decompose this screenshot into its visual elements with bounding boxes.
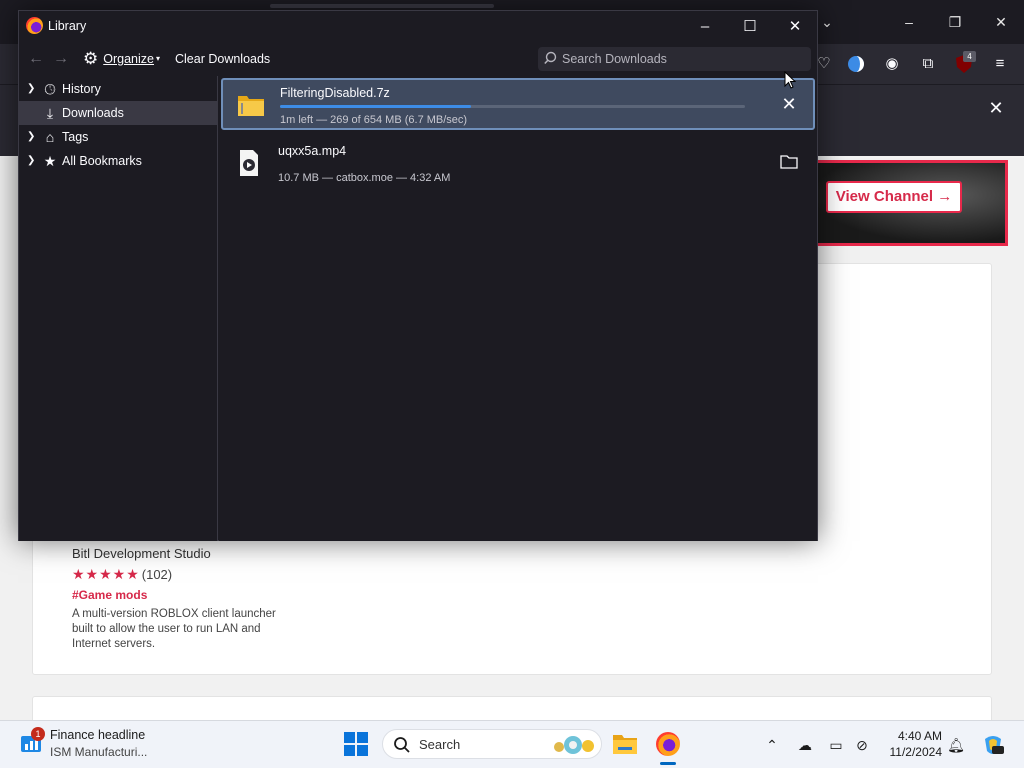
library-close-button[interactable]: ✕	[775, 14, 815, 40]
expand-chevron-icon[interactable]: ❯	[27, 149, 37, 173]
back-arrow-icon[interactable]: ←	[25, 48, 47, 70]
organize-label: Organize	[103, 52, 154, 66]
tray-overflow-chevron-icon[interactable]: ⌃	[762, 735, 782, 755]
cancel-icon[interactable]: ✕	[777, 92, 801, 116]
copilot-icon[interactable]	[981, 733, 1005, 757]
downloads-list: FilteringDisabled.7z 1m left — 269 of 65…	[219, 76, 817, 541]
browser-tab[interactable]	[270, 4, 494, 8]
sidebar-item-tags[interactable]: ❯ ⌂ Tags	[19, 125, 218, 149]
notification-bell-icon[interactable]: 🔔︎	[946, 735, 966, 755]
download-progress-fill	[280, 105, 471, 108]
library-title: Library	[48, 19, 87, 33]
windows-start-icon[interactable]	[343, 731, 369, 757]
sidebar-item-label: All Bookmarks	[62, 154, 142, 168]
onedrive-offline-icon[interactable]: ☁	[795, 735, 815, 755]
active-app-indicator	[660, 762, 676, 765]
extensions-puzzle-icon[interactable]: ⧉	[916, 52, 940, 76]
sidebar-item-all-bookmarks[interactable]: ❯ ★ All Bookmarks	[19, 149, 218, 173]
network-icon[interactable]: ⊘	[852, 735, 872, 755]
download-item[interactable]: FilteringDisabled.7z 1m left — 269 of 65…	[221, 78, 815, 130]
chevron-down-icon: ▾	[155, 54, 160, 63]
download-filename: FilteringDisabled.7z	[280, 86, 390, 100]
search-input[interactable]	[562, 47, 802, 71]
download-progress-bar	[280, 105, 745, 108]
library-title-bar[interactable]: Library – ☐ ✕	[19, 11, 817, 42]
clock-icon: 🕓︎	[44, 81, 56, 97]
browser-minimize-button[interactable]: –	[896, 10, 922, 34]
card-author[interactable]: Bitl Development Studio	[72, 546, 211, 561]
firefox-taskbar-icon[interactable]	[656, 732, 680, 756]
sidebar-item-label: History	[62, 82, 101, 96]
search-downloads-box[interactable]	[538, 47, 811, 71]
browser-restore-button[interactable]: ❐	[942, 10, 968, 34]
display-icon[interactable]: ▭	[826, 735, 846, 755]
card-tag[interactable]: #Game mods	[72, 588, 147, 602]
clear-downloads-button[interactable]: Clear Downloads	[175, 48, 270, 70]
notification-close-icon[interactable]: ✕	[984, 96, 1008, 120]
rating-stars-icon: ★★★★★	[72, 566, 140, 582]
sidebar-item-label: Tags	[62, 130, 89, 144]
ublock-badge: 4	[963, 51, 976, 62]
folder-icon[interactable]	[777, 150, 801, 174]
vpn-extension-icon[interactable]	[844, 52, 868, 76]
library-minimize-button[interactable]: –	[685, 14, 725, 40]
hamburger-menu-icon[interactable]: ≡	[988, 52, 1012, 76]
download-status: 10.7 MB — catbox.moe — 4:32 AM	[278, 172, 451, 184]
sidebar-item-label: Downloads	[62, 106, 124, 120]
archive-icon	[238, 96, 264, 116]
download-status: 1m left — 269 of 654 MB (6.7 MB/sec)	[280, 114, 468, 126]
card-rating: ★★★★★ (102)	[72, 566, 172, 583]
sidebar-item-history[interactable]: ❯ 🕓︎ History	[19, 77, 218, 101]
firefox-logo-icon	[26, 17, 43, 34]
clock-time[interactable]: 4:40 AM	[886, 729, 942, 743]
search-icon	[544, 51, 557, 65]
widget-subtitle[interactable]: ISM Manufacturi...	[50, 745, 147, 759]
video-file-icon	[240, 150, 258, 176]
library-maximize-button[interactable]: ☐	[730, 14, 770, 40]
expand-chevron-icon[interactable]: ❯	[27, 125, 37, 149]
download-icon: ⤓	[46, 105, 54, 121]
widget-badge: 1	[31, 727, 45, 741]
organize-button[interactable]: ⚙ Organize ▾	[83, 48, 160, 70]
library-window: Library – ☐ ✕ ← → ⚙ Organize ▾ Clear Dow…	[18, 10, 818, 541]
forward-arrow-icon[interactable]: →	[50, 48, 72, 70]
download-filename: uqxx5a.mp4	[278, 144, 347, 158]
channel-banner: View Channel →	[812, 160, 1008, 246]
tag-icon: ⌂	[45, 129, 55, 145]
expand-chevron-icon[interactable]: ❯	[27, 77, 37, 101]
gear-icon: ⚙	[83, 49, 99, 68]
clock-date[interactable]: 11/2/2024	[876, 745, 943, 759]
widget-headline[interactable]: Finance headline	[50, 728, 145, 742]
rating-count: (102)	[141, 567, 173, 582]
star-icon: ★	[43, 153, 57, 169]
search-icon	[394, 737, 410, 753]
card-description: A multi-version ROBLOX client launcher b…	[72, 608, 276, 650]
mouse-cursor-icon	[784, 71, 796, 89]
download-item[interactable]: uqxx5a.mp4 10.7 MB — catbox.moe — 4:32 A…	[221, 138, 815, 190]
account-icon[interactable]: ◉	[880, 52, 904, 76]
view-channel-button[interactable]: View Channel →	[826, 181, 962, 213]
search-highlight-art-icon	[554, 736, 594, 754]
taskbar-search-label: Search	[419, 737, 461, 752]
library-sidebar: ❯ 🕓︎ History ⤓ Downloads ❯ ⌂ Tags ❯ ★ Al…	[19, 76, 218, 541]
browser-close-button[interactable]: ✕	[988, 10, 1014, 34]
file-explorer-icon[interactable]	[612, 732, 638, 756]
taskbar-search-box[interactable]: Search	[382, 729, 602, 759]
sidebar-item-downloads[interactable]: ⤓ Downloads	[19, 101, 218, 125]
